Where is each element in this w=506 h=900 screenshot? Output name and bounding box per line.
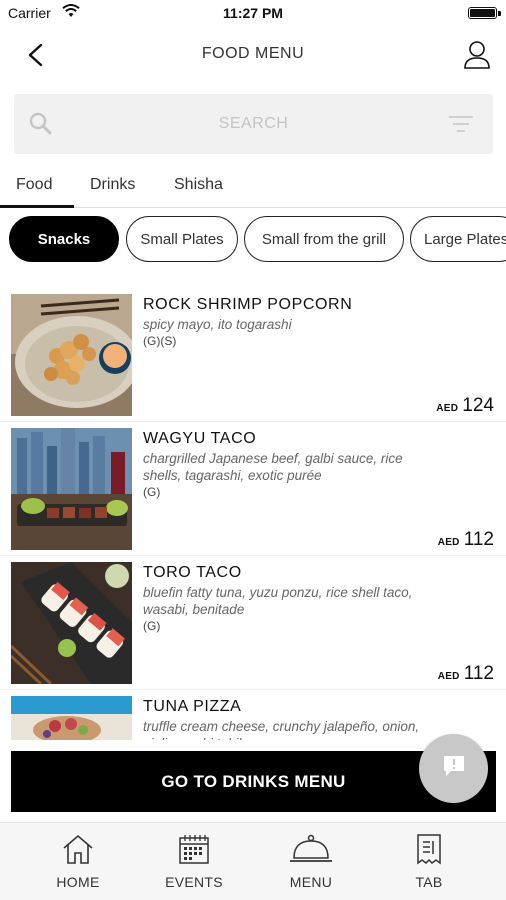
calendar-icon (177, 833, 211, 870)
menu-tabs: Food Drinks Shisha (0, 166, 506, 208)
item-description-text: truffle cream cheese, crunchy jalapeño, … (143, 719, 420, 740)
page-title: FOOD MENU (201, 45, 305, 62)
tab-food[interactable]: Food (16, 176, 52, 194)
user-icon[interactable] (462, 39, 492, 71)
item-currency: AED (437, 537, 460, 548)
item-price-value: 112 (463, 529, 494, 550)
item-description: truffle cream cheese, crunchy jalapeño, … (143, 718, 433, 740)
battery-icon (468, 7, 497, 19)
clock: 11:27 PM (223, 5, 283, 21)
item-tags: (G) (143, 619, 161, 633)
receipt-icon (414, 833, 444, 870)
nav-bar: FOOD MENU (0, 30, 506, 80)
list-item[interactable]: TUNA PIZZA truffle cream cheese, crunchy… (0, 690, 506, 740)
item-description-text: chargrilled Japanese beef, galbi sauce, … (143, 451, 403, 483)
chip-small-plates[interactable]: Small Plates (126, 216, 238, 262)
bottom-tab-bar: HOME EVENTS MENU TAB (0, 822, 506, 900)
item-price: AED 124 (436, 395, 494, 417)
list-item[interactable]: ROCK SHRIMP POPCORN spicy mayo, ito toga… (0, 288, 506, 422)
chat-icon (441, 753, 467, 784)
active-tab-indicator (0, 205, 74, 208)
item-price-value: 112 (463, 663, 494, 684)
tabbar-item-menu[interactable]: MENU (271, 833, 351, 890)
item-price-value: 124 (462, 395, 494, 416)
tab-drinks[interactable]: Drinks (90, 176, 135, 194)
home-icon (61, 833, 95, 870)
item-description: spicy mayo, ito togarashi (G)(S) (143, 316, 433, 350)
tabbar-item-home[interactable]: HOME (38, 833, 118, 890)
item-name: WAGYU TACO (143, 430, 257, 447)
chip-large-plates[interactable]: Large Plates (410, 216, 506, 262)
search-bar (14, 94, 493, 154)
search-input[interactable] (74, 112, 433, 136)
item-price: AED 112 (438, 663, 494, 685)
filter-icon[interactable] (449, 114, 473, 139)
category-chips: Snacks Small Plates Small from the grill… (0, 216, 506, 264)
tabbar-label: TAB (415, 874, 443, 890)
chip-small-from-the-grill[interactable]: Small from the grill (244, 216, 404, 262)
dish-image-tuna-pizza (11, 696, 132, 740)
tabbar-label: EVENTS (165, 874, 223, 890)
tabbar-label: MENU (289, 874, 333, 890)
battery-cap (498, 11, 501, 16)
item-description: bluefin fatty tuna, yuzu ponzu, rice she… (143, 584, 433, 635)
tab-shisha[interactable]: Shisha (174, 176, 223, 194)
dish-image-toro-taco (11, 562, 132, 684)
list-item[interactable]: WAGYU TACO chargrilled Japanese beef, ga… (0, 422, 506, 556)
chat-button[interactable] (419, 734, 488, 803)
list-item[interactable]: TORO TACO bluefin fatty tuna, yuzu ponzu… (0, 556, 506, 690)
item-name: TORO TACO (143, 564, 242, 581)
chip-snacks[interactable]: Snacks (9, 216, 119, 262)
search-icon (28, 111, 54, 142)
item-price: AED 112 (438, 529, 494, 551)
item-description-text: bluefin fatty tuna, yuzu ponzu, rice she… (143, 585, 413, 617)
tabbar-item-events[interactable]: EVENTS (154, 833, 234, 890)
dish-image-wagyu-taco (11, 428, 132, 550)
item-name: TUNA PIZZA (143, 698, 242, 715)
status-bar: Carrier 11:27 PM (0, 0, 506, 28)
cloche-icon (289, 833, 333, 870)
tabbar-item-tab[interactable]: TAB (389, 833, 469, 890)
item-tags: (G)(S) (143, 334, 177, 348)
tabbar-label: HOME (56, 874, 100, 890)
item-description-text: spicy mayo, ito togarashi (143, 317, 292, 332)
item-tags: (G) (143, 485, 161, 499)
menu-list[interactable]: ROCK SHRIMP POPCORN spicy mayo, ito toga… (0, 288, 506, 740)
dish-image-rock-shrimp (11, 294, 132, 416)
item-name: ROCK SHRIMP POPCORN (143, 296, 353, 313)
item-currency: AED (436, 403, 459, 414)
item-currency: AED (437, 671, 460, 682)
item-description: chargrilled Japanese beef, galbi sauce, … (143, 450, 433, 501)
